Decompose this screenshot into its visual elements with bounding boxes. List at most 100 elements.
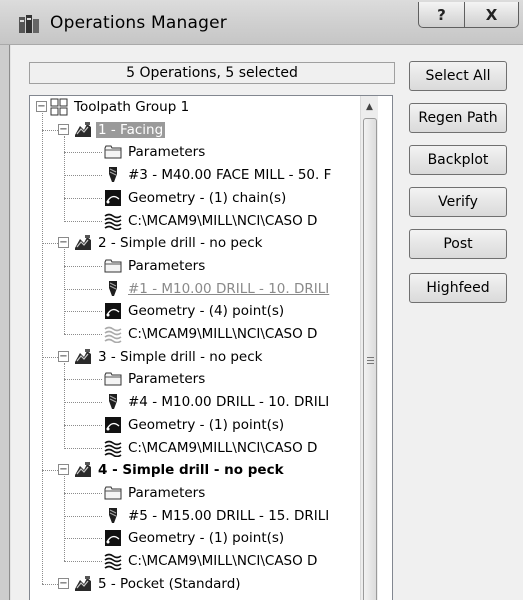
operation-child-item[interactable]: C:\MCAM9\MILL\NCI\CASO D: [104, 438, 319, 458]
tree-connector: [64, 265, 102, 267]
tree-item-label: #3 - M40.00 FACE MILL - 50. F: [128, 167, 332, 184]
tree-connector: [64, 561, 102, 562]
operation-child-item[interactable]: Parameters: [104, 142, 207, 162]
operations-tree[interactable]: − Toolpath Group 1−1 - Facing Parameters #3…: [29, 95, 393, 600]
operation-child-item[interactable]: Geometry - (1) chain(s): [104, 188, 288, 208]
operation-item[interactable]: 2 - Simple drill - no peck: [74, 233, 264, 253]
tree-connector: [42, 113, 43, 584]
tree-root-toolpath-group[interactable]: Toolpath Group 1: [50, 97, 191, 117]
tree-connector: [64, 515, 102, 517]
tree-item-label: #1 - M10.00 DRILL - 10. DRILI: [128, 280, 330, 297]
tree-connector: [64, 288, 102, 290]
tree-item-label: Geometry - (1) point(s): [128, 530, 285, 547]
tree-item-label: Parameters: [128, 484, 206, 501]
help-button[interactable]: ?: [418, 2, 465, 28]
tree-connector: [64, 135, 65, 221]
tree-item-label: 2 - Simple drill - no peck: [98, 235, 263, 252]
close-icon: X: [485, 5, 498, 24]
backplot-button[interactable]: Backplot: [409, 145, 507, 175]
operation-child-item[interactable]: #3 - M40.00 FACE MILL - 50. F: [104, 165, 333, 185]
tree-item-label: 4 - Simple drill - no peck: [98, 462, 284, 479]
folder-icon: [104, 370, 122, 388]
operation-child-item[interactable]: Geometry - (1) point(s): [104, 528, 286, 548]
folder-icon: [104, 257, 122, 275]
scroll-up-icon[interactable]: ▲: [361, 98, 378, 115]
tree-item-label: 3 - Simple drill - no peck: [98, 348, 263, 365]
tree-connector: [42, 356, 58, 358]
operation-item[interactable]: 3 - Simple drill - no peck: [74, 347, 264, 367]
operation-child-item[interactable]: Parameters: [104, 256, 207, 276]
tree-item-label: Geometry - (1) point(s): [128, 416, 285, 433]
tree-connector: [64, 311, 102, 313]
verify-button[interactable]: Verify: [409, 187, 507, 217]
tree-connector: [42, 243, 58, 245]
geometry-icon: [104, 529, 122, 547]
operations-manager-icon: [19, 15, 39, 33]
root-group-icon: [50, 98, 68, 116]
tree-connector: [64, 175, 102, 177]
collapse-icon[interactable]: −: [36, 101, 47, 112]
geometry-icon: [104, 302, 122, 320]
tool-icon: [104, 166, 122, 184]
operation-icon: [74, 234, 92, 252]
operation-child-item[interactable]: C:\MCAM9\MILL\NCI\CASO D: [104, 551, 319, 571]
select-all-button[interactable]: Select All: [409, 61, 507, 91]
operation-child-item[interactable]: #1 - M10.00 DRILL - 10. DRILI: [104, 279, 331, 299]
operation-item[interactable]: 4 - Simple drill - no peck: [74, 460, 286, 480]
operation-child-item[interactable]: #4 - M10.00 DRILL - 10. DRILI: [104, 392, 331, 412]
operation-child-item[interactable]: Parameters: [104, 483, 207, 503]
tree-item-label: #5 - M15.00 DRILL - 15. DRILI: [128, 507, 330, 524]
collapse-icon[interactable]: −: [58, 350, 69, 362]
operation-icon: [74, 348, 92, 366]
operation-item[interactable]: 1 - Facing: [74, 120, 166, 140]
scrollbar-thumb[interactable]: [363, 118, 377, 600]
collapse-icon[interactable]: −: [58, 464, 69, 476]
vertical-scrollbar[interactable]: ▲: [360, 96, 378, 600]
tree-item-label: Geometry - (1) chain(s): [128, 189, 287, 206]
help-icon: ?: [437, 5, 446, 24]
tree-item-label: Parameters: [128, 144, 206, 161]
tree-connector: [42, 583, 58, 585]
nci-file-icon: [104, 212, 122, 230]
operation-icon: [74, 121, 92, 139]
tree-item-label: 5 - Pocket (Standard): [98, 575, 241, 592]
tree-connector: [64, 424, 102, 426]
tree-connector: [64, 379, 102, 381]
tree-item-label: Toolpath Group 1: [74, 99, 190, 115]
collapse-icon[interactable]: −: [58, 123, 69, 135]
status-summary: 5 Operations, 5 selected: [29, 62, 395, 84]
geometry-icon: [104, 189, 122, 207]
status-text: 5 Operations, 5 selected: [126, 65, 298, 81]
post-button[interactable]: Post: [409, 229, 507, 259]
tree-connector: [64, 362, 65, 448]
folder-icon: [104, 143, 122, 161]
tree-item-label: #4 - M10.00 DRILL - 10. DRILI: [128, 394, 330, 411]
nci-file-icon: [104, 439, 122, 457]
operation-child-item[interactable]: C:\MCAM9\MILL\NCI\CASO D: [104, 324, 319, 344]
tree-connector: [64, 492, 102, 494]
grip-icon: [367, 357, 374, 364]
collapse-icon[interactable]: −: [58, 577, 69, 589]
operation-child-item[interactable]: Parameters: [104, 369, 207, 389]
tree-connector: [64, 249, 65, 334]
title-bar: Operations Manager ? X: [0, 0, 523, 45]
operation-child-item[interactable]: Geometry - (1) point(s): [104, 415, 286, 435]
tree-connector: [64, 334, 102, 335]
tree-connector: [64, 152, 102, 154]
folder-icon: [104, 484, 122, 502]
operation-item[interactable]: 5 - Pocket (Standard): [74, 574, 243, 594]
regen-path-button[interactable]: Regen Path: [409, 103, 507, 133]
operation-child-item[interactable]: Geometry - (4) point(s): [104, 301, 286, 321]
tree-item-label: Parameters: [128, 257, 206, 274]
highfeed-button[interactable]: Highfeed: [409, 273, 507, 303]
close-button[interactable]: X: [464, 2, 519, 28]
operation-child-item[interactable]: #5 - M15.00 DRILL - 15. DRILI: [104, 506, 331, 526]
operation-child-item[interactable]: C:\MCAM9\MILL\NCI\CASO D: [104, 211, 319, 231]
tree-item-label: C:\MCAM9\MILL\NCI\CASO D: [128, 212, 318, 229]
tree-item-label: C:\MCAM9\MILL\NCI\CASO D: [128, 326, 318, 342]
tree-connector: [64, 197, 102, 199]
dialog-body: 5 Operations, 5 selected Select All Rege…: [11, 45, 523, 600]
collapse-icon[interactable]: −: [58, 237, 69, 249]
tree-item-label: Parameters: [128, 371, 206, 388]
tree-connector: [64, 402, 102, 404]
